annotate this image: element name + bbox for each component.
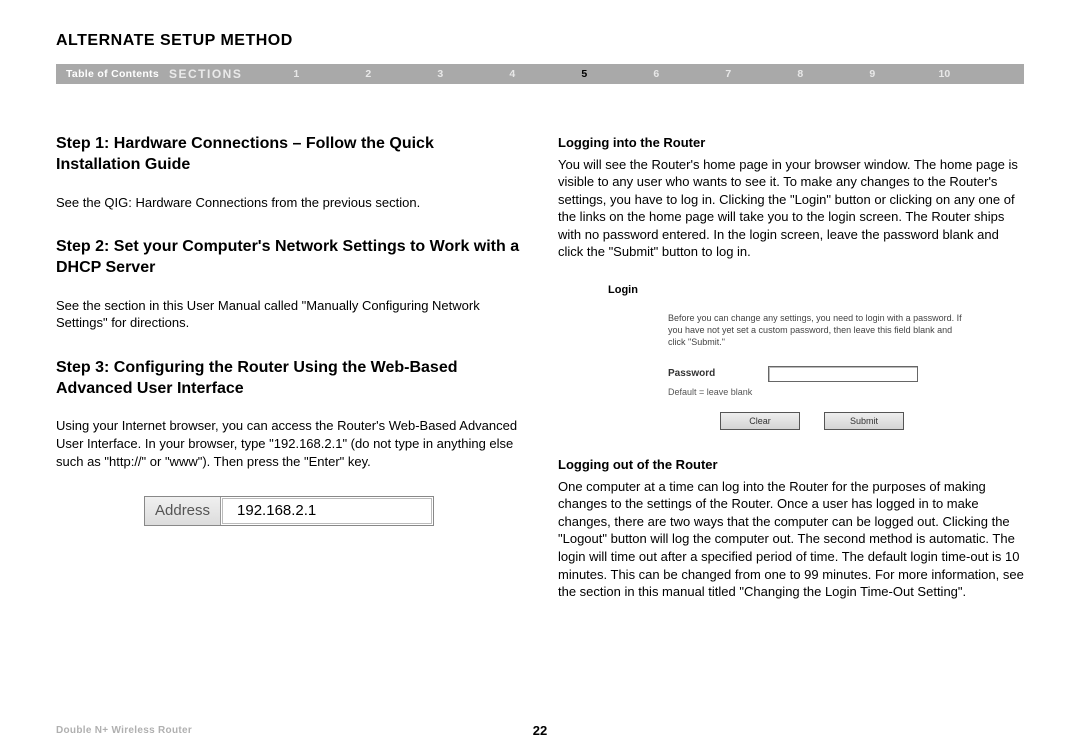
clear-button[interactable]: Clear [720, 412, 800, 430]
browser-address-bar: Address 192.168.2.1 [144, 496, 434, 526]
step3-heading: Step 3: Configuring the Router Using the… [56, 358, 522, 400]
step2-heading: Step 2: Set your Computer's Network Sett… [56, 237, 522, 279]
login-panel-title: Login [608, 283, 968, 298]
password-input[interactable] [768, 366, 918, 382]
section-2[interactable]: 2 [332, 68, 404, 80]
section-3[interactable]: 3 [404, 68, 476, 80]
section-1[interactable]: 1 [260, 68, 332, 80]
step2-body: See the section in this User Manual call… [56, 297, 522, 332]
section-7[interactable]: 7 [692, 68, 764, 80]
password-label: Password [668, 367, 768, 381]
step1-body: See the QIG: Hardware Connections from t… [56, 194, 522, 212]
logout-heading: Logging out of the Router [558, 456, 1024, 474]
address-input[interactable]: 192.168.2.1 [222, 498, 432, 524]
password-default-hint: Default = leave blank [668, 386, 968, 398]
section-navbar: Table of Contents SECTIONS 1 2 3 4 5 6 7… [56, 64, 1024, 84]
left-column: Step 1: Hardware Connections – Follow th… [56, 134, 522, 623]
page-footer: Double N+ Wireless Router 22 [56, 723, 1024, 738]
section-6[interactable]: 6 [620, 68, 692, 80]
step1-heading: Step 1: Hardware Connections – Follow th… [56, 134, 522, 176]
section-4[interactable]: 4 [476, 68, 548, 80]
logout-body: One computer at a time can log into the … [558, 478, 1024, 601]
section-8[interactable]: 8 [764, 68, 836, 80]
login-body: You will see the Router's home page in y… [558, 156, 1024, 261]
login-panel-desc: Before you can change any settings, you … [668, 312, 968, 348]
login-heading: Logging into the Router [558, 134, 1024, 152]
login-panel: Login Before you can change any settings… [608, 283, 968, 430]
toc-link[interactable]: Table of Contents [56, 68, 169, 80]
page-title: ALTERNATE SETUP METHOD [0, 0, 1080, 64]
step3-body: Using your Internet browser, you can acc… [56, 417, 522, 470]
address-label: Address [145, 497, 221, 525]
section-10[interactable]: 10 [908, 68, 980, 80]
section-5[interactable]: 5 [548, 68, 620, 80]
right-column: Logging into the Router You will see the… [558, 134, 1024, 623]
page-number: 22 [379, 723, 702, 738]
product-name: Double N+ Wireless Router [56, 725, 379, 736]
section-9[interactable]: 9 [836, 68, 908, 80]
content-area: Step 1: Hardware Connections – Follow th… [0, 84, 1080, 623]
sections-label: SECTIONS [169, 67, 260, 81]
submit-button[interactable]: Submit [824, 412, 904, 430]
